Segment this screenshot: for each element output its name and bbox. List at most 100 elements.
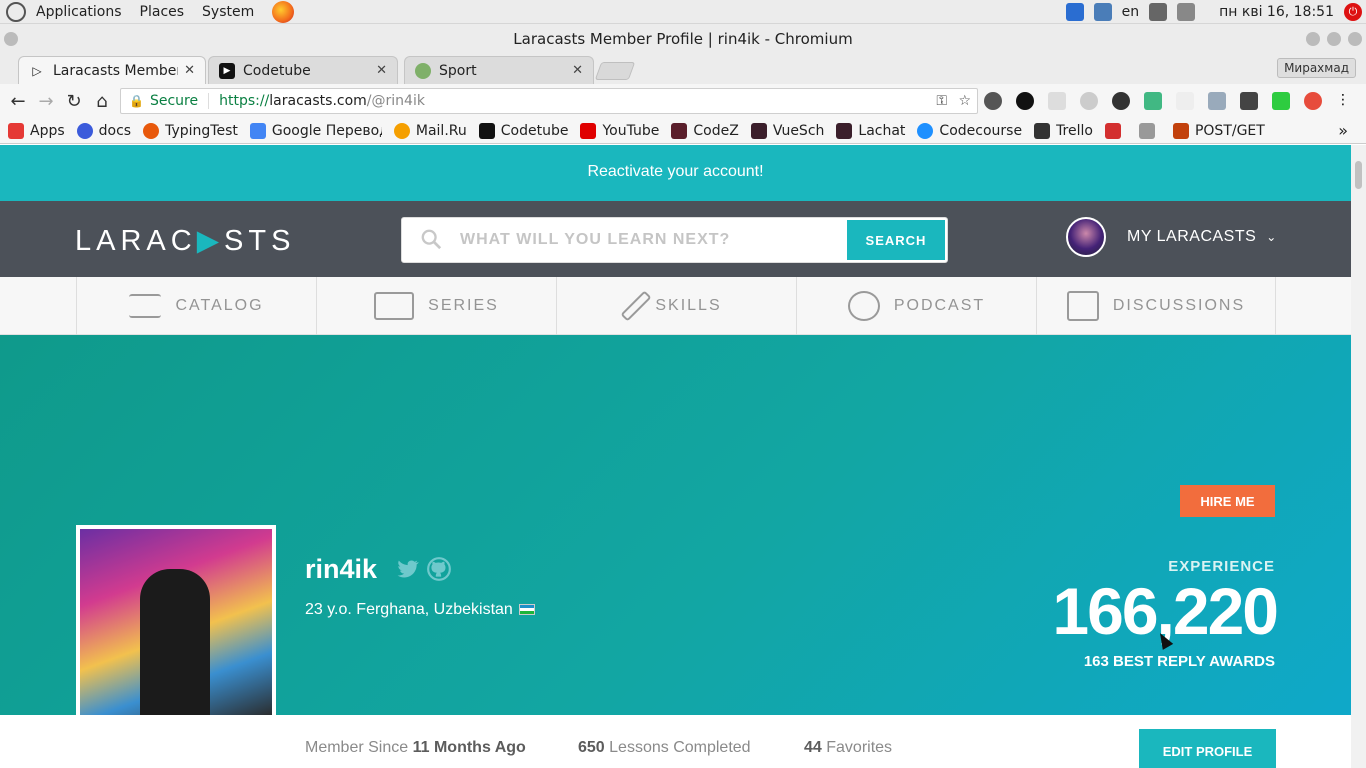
search-input[interactable] (460, 228, 840, 252)
bookmark-trello[interactable]: Trello (1034, 122, 1093, 139)
nav-catalog[interactable]: CATALOG (76, 277, 316, 335)
back-icon[interactable]: ← (4, 87, 32, 115)
series-icon (374, 292, 415, 320)
postget-icon (1172, 122, 1189, 139)
bookmark-mailru[interactable]: Mail.Ru (393, 122, 467, 139)
url-path: /@rin4ik (366, 93, 425, 109)
extension-3-icon[interactable] (1048, 92, 1066, 110)
bookmark-codetube[interactable]: Codetube (478, 122, 568, 139)
extension-8-icon[interactable] (1208, 92, 1226, 110)
clock[interactable]: пн кві 16, 18:51 (1219, 4, 1334, 20)
close-tab-icon[interactable]: ✕ (184, 63, 195, 78)
site-subnav: CATALOG SERIES SKILLS PODCAST DISCUSSION… (0, 277, 1351, 335)
tab-codetube[interactable]: ▶ Codetube ✕ (208, 56, 398, 84)
extension-4-icon[interactable] (1080, 92, 1098, 110)
bookmark-youtube[interactable]: YouTube (580, 122, 659, 139)
extension-5-icon[interactable] (1112, 92, 1130, 110)
bookmark-red[interactable] (1104, 122, 1127, 139)
os-menu-applications[interactable]: Applications (36, 4, 122, 20)
keyboard-layout-indicator[interactable]: en (1122, 4, 1140, 20)
battery-icon[interactable] (1177, 2, 1196, 21)
chrome-menu-icon[interactable]: ⋮ (1336, 92, 1354, 110)
page-viewport: Reactivate your account! LARAC▶STS SEARC… (0, 145, 1351, 768)
page-scrollbar[interactable] (1351, 145, 1366, 768)
network-icon[interactable] (1093, 2, 1112, 21)
mailru-icon (393, 122, 410, 139)
bookmark-codez[interactable]: CodeZ (671, 122, 739, 139)
hire-me-button[interactable]: HIRE ME (1180, 485, 1275, 517)
best-reply-awards: 163 BEST REPLY AWARDS (1083, 653, 1275, 670)
os-menu-places[interactable]: Places (140, 4, 185, 20)
bookmark-star-icon[interactable]: ☆ (958, 93, 971, 109)
github-icon[interactable] (426, 556, 452, 582)
window-title-bar: Laracasts Member Profile | rin4ik - Chro… (0, 24, 1366, 54)
font-finder-icon[interactable] (1176, 92, 1194, 110)
nav-skills[interactable]: SKILLS (556, 277, 796, 335)
extension-9-icon[interactable] (1240, 92, 1258, 110)
laracasts-favicon-icon: ▷ (32, 63, 42, 78)
home-icon[interactable]: ⌂ (88, 87, 116, 115)
hash-icon (836, 122, 853, 139)
minimize-window-icon[interactable] (1306, 32, 1320, 46)
bookmarks-overflow-icon[interactable]: » (1338, 121, 1348, 140)
browser-profile-button[interactable]: Мирахмад (1277, 58, 1356, 78)
pdf-bookmark-icon (1138, 122, 1155, 139)
window-menu-icon[interactable] (4, 32, 18, 46)
bookmark-pdf[interactable] (1138, 122, 1161, 139)
volume-icon[interactable] (1149, 2, 1168, 21)
reactivate-notice[interactable]: Reactivate your account! (0, 145, 1351, 201)
tab-sport[interactable]: Sport ✕ (404, 56, 594, 84)
profile-location: 23 y.o. Ferghana, Uzbekistan (305, 601, 535, 619)
user-menu[interactable]: MY LARACASTS ⌄ (1066, 217, 1276, 257)
address-bar[interactable]: 🔒 Secure https:// laracasts.com /@rin4ik… (120, 88, 978, 114)
close-tab-icon[interactable]: ✕ (376, 63, 387, 78)
nav-podcast[interactable]: PODCAST (796, 277, 1036, 335)
os-menu-system[interactable]: System (202, 4, 254, 20)
bookmark-postget[interactable]: POST/GET (1172, 122, 1265, 139)
bookmark-lachat[interactable]: Lachat (836, 122, 905, 139)
tab-label: Laracasts Member P (53, 62, 179, 79)
laracasts-logo[interactable]: LARAC▶STS (75, 223, 295, 258)
os-top-panel: Applications Places System en пн кві 16,… (0, 0, 1366, 24)
bookmark-codecourse[interactable]: Codecourse (917, 122, 1022, 139)
bookmark-apps[interactable]: Apps (8, 122, 65, 139)
extension-2-icon[interactable] (1016, 92, 1034, 110)
stat-lessons-completed: 650 Lessons Completed (578, 739, 751, 756)
key-icon[interactable]: ⚿ (936, 93, 947, 109)
bookmark-docs[interactable]: docs (76, 122, 131, 139)
tab-strip: ▷ Laracasts Member P ✕ ▶ Codetube ✕ Spor… (0, 54, 1366, 84)
edit-profile-button[interactable]: EDIT PROFILE (1139, 729, 1276, 768)
list-icon (129, 294, 162, 318)
translate-icon (249, 122, 266, 139)
bluetooth-icon[interactable] (1065, 2, 1084, 21)
vue-devtools-icon[interactable] (1144, 92, 1162, 110)
maximize-window-icon[interactable] (1327, 32, 1341, 46)
nav-series[interactable]: SERIES (316, 277, 556, 335)
twitter-icon[interactable] (394, 556, 420, 582)
firefox-launcher-icon[interactable] (272, 0, 295, 23)
search-button[interactable]: SEARCH (847, 220, 945, 260)
forward-icon[interactable]: → (32, 87, 60, 115)
extension-1-icon[interactable] (984, 92, 1002, 110)
os-menu-logo-icon[interactable] (6, 1, 26, 22)
chevron-down-icon[interactable]: ⌄ (1266, 230, 1276, 244)
close-tab-icon[interactable]: ✕ (572, 63, 583, 78)
bookmark-google-translate[interactable]: Google Перевод (249, 122, 382, 139)
adblock-shield-icon[interactable] (1272, 92, 1290, 110)
extension-11-icon[interactable] (1304, 92, 1322, 110)
power-icon[interactable]: ⏻ (1344, 2, 1362, 21)
tab-laracasts[interactable]: ▷ Laracasts Member P ✕ (18, 56, 206, 84)
reload-icon[interactable]: ↻ (60, 87, 88, 115)
profile-username: rin4ik (305, 554, 378, 584)
window-title: Laracasts Member Profile | rin4ik - Chro… (513, 30, 853, 48)
bookmark-typingtest[interactable]: TypingTest (143, 122, 238, 139)
profile-photo (76, 525, 276, 721)
close-window-icon[interactable] (1348, 32, 1362, 46)
bookmark-vuesch[interactable]: VueSch (750, 122, 824, 139)
avatar[interactable] (1066, 217, 1106, 257)
scrollbar-thumb[interactable] (1355, 161, 1362, 189)
user-menu-label[interactable]: MY LARACASTS (1127, 228, 1256, 246)
stat-favorites: 44 Favorites (804, 739, 893, 756)
nav-discussions[interactable]: DISCUSSIONS (1036, 277, 1276, 335)
new-tab-button[interactable] (594, 62, 636, 80)
